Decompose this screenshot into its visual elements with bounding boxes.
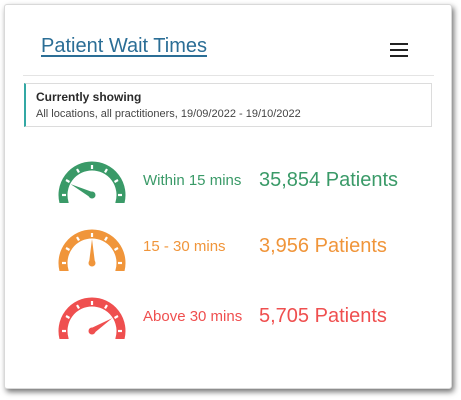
gauge-hub: [88, 327, 96, 335]
gauge-hub: [88, 191, 96, 199]
speedometer-mid-icon: [58, 229, 126, 271]
gauge-needle: [89, 239, 95, 263]
header-divider: [23, 75, 434, 76]
patient-count: 5,705 Patients: [259, 305, 387, 327]
wait-category-label: Within 15 mins: [143, 172, 242, 189]
page-title-link[interactable]: Patient Wait Times: [41, 35, 207, 58]
menu-bar: [390, 55, 408, 57]
wait-category-label: 15 - 30 mins: [143, 238, 226, 255]
gauge-hub: [88, 259, 96, 267]
wait-row-15-30: 15 - 30 mins 3,956 Patients: [5, 223, 451, 275]
wait-row-within-15: Within 15 mins 35,854 Patients: [5, 155, 451, 207]
wait-times-card: Patient Wait Times Currently showing All…: [4, 4, 452, 389]
patient-count: 3,956 Patients: [259, 235, 387, 257]
wait-category-label: Above 30 mins: [143, 308, 243, 325]
speedometer-low-icon: [58, 161, 126, 203]
menu-bar: [390, 43, 408, 45]
menu-bar: [390, 49, 408, 51]
filter-summary: Currently showing All locations, all pra…: [24, 83, 432, 127]
speedometer-high-icon: [58, 297, 126, 339]
wait-row-above-30: Above 30 mins 5,705 Patients: [5, 291, 451, 343]
filter-heading: Currently showing: [36, 90, 142, 104]
filter-detail: All locations, all practitioners, 19/09/…: [36, 108, 301, 120]
card-header: Patient Wait Times: [5, 5, 451, 75]
patient-count: 35,854 Patients: [259, 169, 398, 191]
hamburger-menu-icon[interactable]: [388, 41, 412, 59]
